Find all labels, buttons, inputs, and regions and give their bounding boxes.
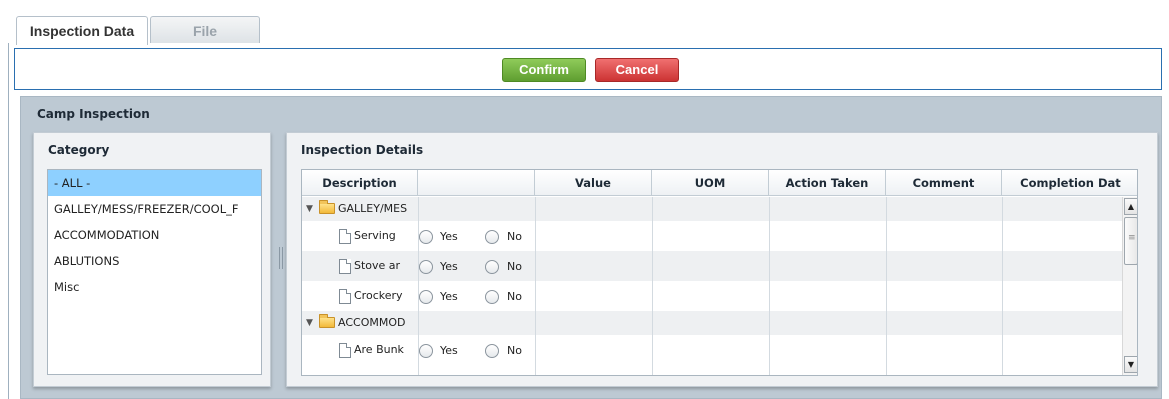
category-list[interactable]: - ALL - GALLEY/MESS/FREEZER/COOL_F ACCOM… [47,169,262,375]
action-toolbar: Confirm Cancel [14,48,1162,90]
document-icon [339,343,351,358]
yes-label: Yes [440,260,458,273]
scroll-down-icon[interactable]: ▼ [1124,356,1137,373]
category-item-misc[interactable]: Misc [48,274,261,300]
column-header-comment[interactable]: Comment [886,170,1002,196]
category-item-all[interactable]: - ALL - [48,170,261,196]
tree-item-row[interactable]: Are Bunk Yes No [302,335,1122,365]
group-label: GALLEY/MES [338,202,408,215]
yes-label: Yes [440,230,458,243]
item-description: Serving [354,229,396,242]
document-icon [339,259,351,274]
panel-splitter-handle[interactable] [279,247,283,269]
no-label: No [507,260,522,273]
column-divider [418,197,419,375]
scroll-up-icon[interactable]: ▲ [1124,198,1137,215]
cancel-button[interactable]: Cancel [595,58,679,82]
item-description: Stove ar [354,259,401,272]
tree-item-row[interactable]: Serving Yes No [302,221,1122,251]
column-divider [1002,197,1003,375]
no-radio[interactable] [485,230,499,244]
expand-arrow-icon[interactable]: ▼ [306,197,313,221]
confirm-button[interactable]: Confirm [502,58,586,82]
tree-item-row[interactable]: Stove ar Yes No [302,251,1122,281]
vertical-scrollbar[interactable]: ▲ ▼ [1122,197,1137,375]
document-icon [339,289,351,304]
tree-group-row[interactable]: ▼ GALLEY/MES [302,197,1122,221]
yes-radio[interactable] [419,344,433,358]
item-description: Crockery [354,289,403,302]
tree-item-row[interactable]: Crockery Yes No [302,281,1122,311]
no-radio[interactable] [485,290,499,304]
yes-label: Yes [440,344,458,357]
column-divider [535,197,536,375]
column-header-blank[interactable] [418,170,535,196]
column-header-completion-date[interactable]: Completion Dat [1002,170,1137,196]
item-description: Are Bunk [354,343,404,356]
camp-inspection-title: Camp Inspection [37,107,150,121]
no-radio[interactable] [485,344,499,358]
no-radio[interactable] [485,260,499,274]
column-divider [886,197,887,375]
column-divider [652,197,653,375]
scrollbar-thumb[interactable] [1124,217,1137,265]
no-label: No [507,290,522,303]
column-header-description[interactable]: Description [302,170,418,196]
category-item-ablutions[interactable]: ABLUTIONS [48,248,261,274]
column-header-uom[interactable]: UOM [652,170,769,196]
folder-icon [319,314,335,328]
inspection-grid: Description Value UOM Action Taken Comme… [301,169,1138,376]
inspection-details-panel: Inspection Details Description Value UOM… [286,132,1158,387]
group-label: ACCOMMOD [338,316,406,329]
yes-radio[interactable] [419,230,433,244]
tab-inspection-data[interactable]: Inspection Data [16,16,148,45]
inspection-details-title: Inspection Details [301,143,424,157]
no-label: No [507,230,522,243]
camp-inspection-panel: Camp Inspection Category - ALL - GALLEY/… [20,96,1162,399]
category-title: Category [48,143,110,157]
tab-bar: Inspection Data File Manager [0,0,1169,67]
column-divider [769,197,770,375]
category-item-accommodation[interactable]: ACCOMMODATION [48,222,261,248]
no-label: No [507,344,522,357]
expand-arrow-icon[interactable]: ▼ [306,311,313,335]
category-panel: Category - ALL - GALLEY/MESS/FREEZER/COO… [33,132,271,387]
yes-radio[interactable] [419,260,433,274]
tree-group-row[interactable]: ▼ ACCOMMOD [302,311,1122,335]
column-header-value[interactable]: Value [535,170,652,196]
document-icon [339,229,351,244]
yes-radio[interactable] [419,290,433,304]
grid-body: ▼ GALLEY/MES Serving Yes No Stove ar Yes… [302,197,1122,375]
yes-label: Yes [440,290,458,303]
tab-file-manager[interactable]: File Manager [150,16,260,67]
grid-header: Description Value UOM Action Taken Comme… [302,170,1137,196]
folder-icon [319,200,335,214]
category-item-galley[interactable]: GALLEY/MESS/FREEZER/COOL_F [48,196,261,222]
column-header-action-taken[interactable]: Action Taken [769,170,886,196]
